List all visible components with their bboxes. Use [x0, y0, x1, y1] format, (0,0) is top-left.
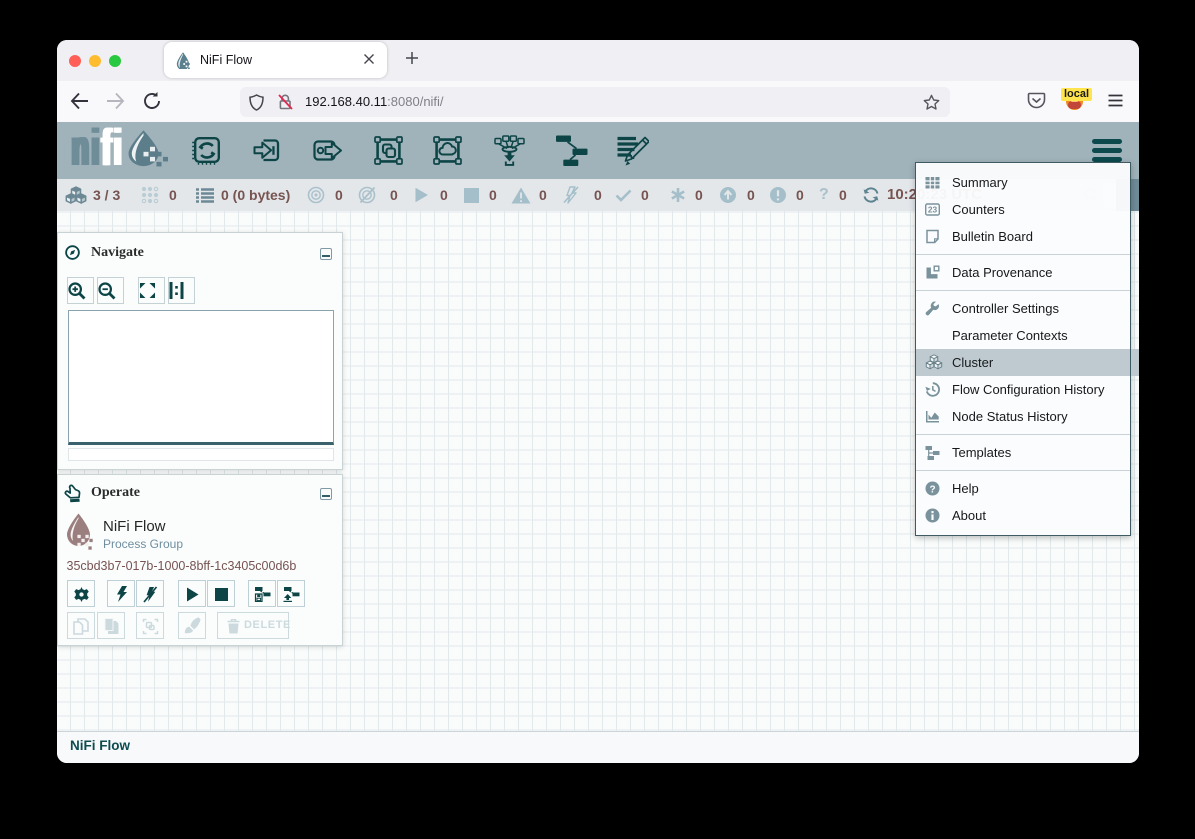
svg-text:ni: ni — [73, 125, 103, 176]
svg-text:?: ? — [929, 484, 935, 495]
svg-text:fi: fi — [104, 125, 126, 176]
svg-text:23: 23 — [928, 205, 938, 215]
